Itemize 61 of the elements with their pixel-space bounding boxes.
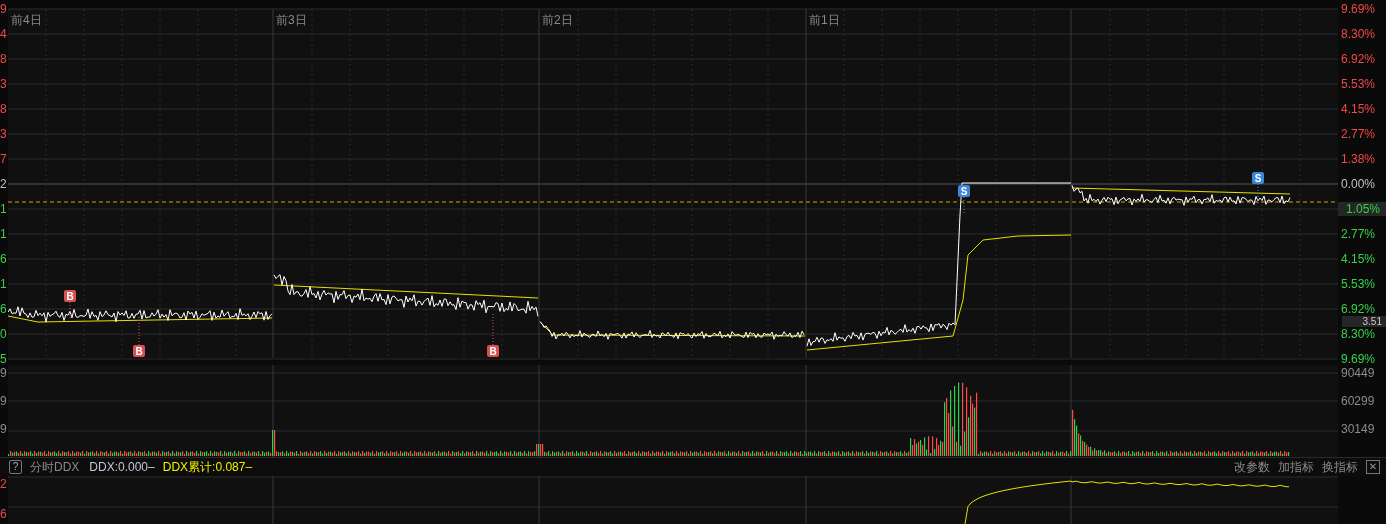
- axis-label: 6: [0, 302, 8, 316]
- day-label: 前3日: [276, 13, 307, 27]
- indicator-value: DDX累计:0.087–: [162, 458, 253, 476]
- axis-label: 9.69%: [1340, 2, 1377, 16]
- close-button[interactable]: ✕: [1366, 460, 1380, 474]
- axis-label: 3: [0, 127, 8, 141]
- axis-label: 9: [0, 421, 8, 437]
- leader-line: [69, 301, 71, 321]
- axis-label: 6: [0, 252, 8, 266]
- help-button[interactable]: ?: [9, 460, 22, 474]
- day-label: 前2日: [542, 13, 573, 27]
- axis-label: 7: [0, 152, 8, 166]
- axis-label: 9: [0, 365, 8, 381]
- sell-badge: S: [1252, 172, 1264, 184]
- indicator-value: DDX:0.000–: [89, 460, 155, 474]
- axis-label: 1.05%: [1338, 202, 1386, 216]
- axis-label: 8.30%: [1340, 27, 1377, 41]
- axis-label: 30149: [1340, 421, 1376, 437]
- axis-label: 5: [0, 352, 8, 366]
- axis-label: 9: [0, 2, 8, 16]
- axis-label: 2.77%: [1340, 227, 1377, 241]
- axis-label: 0: [0, 327, 8, 341]
- axis-label: 6: [0, 506, 8, 522]
- leader-line: [138, 314, 140, 346]
- axis-label: 6.92%: [1340, 52, 1377, 66]
- axis-label: 9.69%: [1340, 352, 1377, 366]
- price-tag: 3.51: [1342, 316, 1386, 327]
- indicator-action-link[interactable]: 改参数: [1234, 458, 1270, 476]
- axis-label: 1: [0, 227, 8, 241]
- indicator-action-link[interactable]: 加指标: [1278, 458, 1314, 476]
- axis-label: 1: [0, 277, 8, 291]
- axis-label: 4.15%: [1340, 102, 1377, 116]
- buy-badge: B: [64, 290, 76, 302]
- axis-label: 2.77%: [1340, 127, 1377, 141]
- axis-label: 0.00%: [1340, 177, 1377, 191]
- axis-label: 8: [0, 102, 8, 116]
- indicator-action-link[interactable]: 换指标: [1322, 458, 1358, 476]
- axis-label: 1.38%: [1340, 152, 1377, 166]
- leader-line: [492, 312, 494, 346]
- axis-label: 8: [0, 52, 8, 66]
- axis-label: 60299: [1340, 393, 1376, 409]
- indicator-name: 分时DDX: [30, 458, 80, 476]
- axis-label: 5.53%: [1340, 77, 1377, 91]
- axis-label: 2: [0, 476, 8, 492]
- axis-label: 6.92%: [1340, 302, 1377, 316]
- axis-label: 2: [0, 177, 8, 191]
- sell-badge: S: [958, 185, 970, 197]
- day-label: 前4日: [11, 13, 42, 27]
- axis-label: 8.30%: [1340, 327, 1377, 341]
- buy-badge: B: [487, 345, 499, 357]
- buy-badge: B: [133, 345, 145, 357]
- axis-label: 3: [0, 77, 8, 91]
- leader-line: [1257, 183, 1259, 206]
- axis-label: 5.53%: [1340, 277, 1377, 291]
- axis-label: 90449: [1340, 365, 1376, 381]
- leader-line: [963, 196, 965, 216]
- axis-label: 4.15%: [1340, 252, 1377, 266]
- axis-label: 4: [0, 27, 8, 41]
- axis-label: 9: [0, 393, 8, 409]
- axis-label: 1: [0, 202, 8, 216]
- day-label: 前1日: [809, 13, 840, 27]
